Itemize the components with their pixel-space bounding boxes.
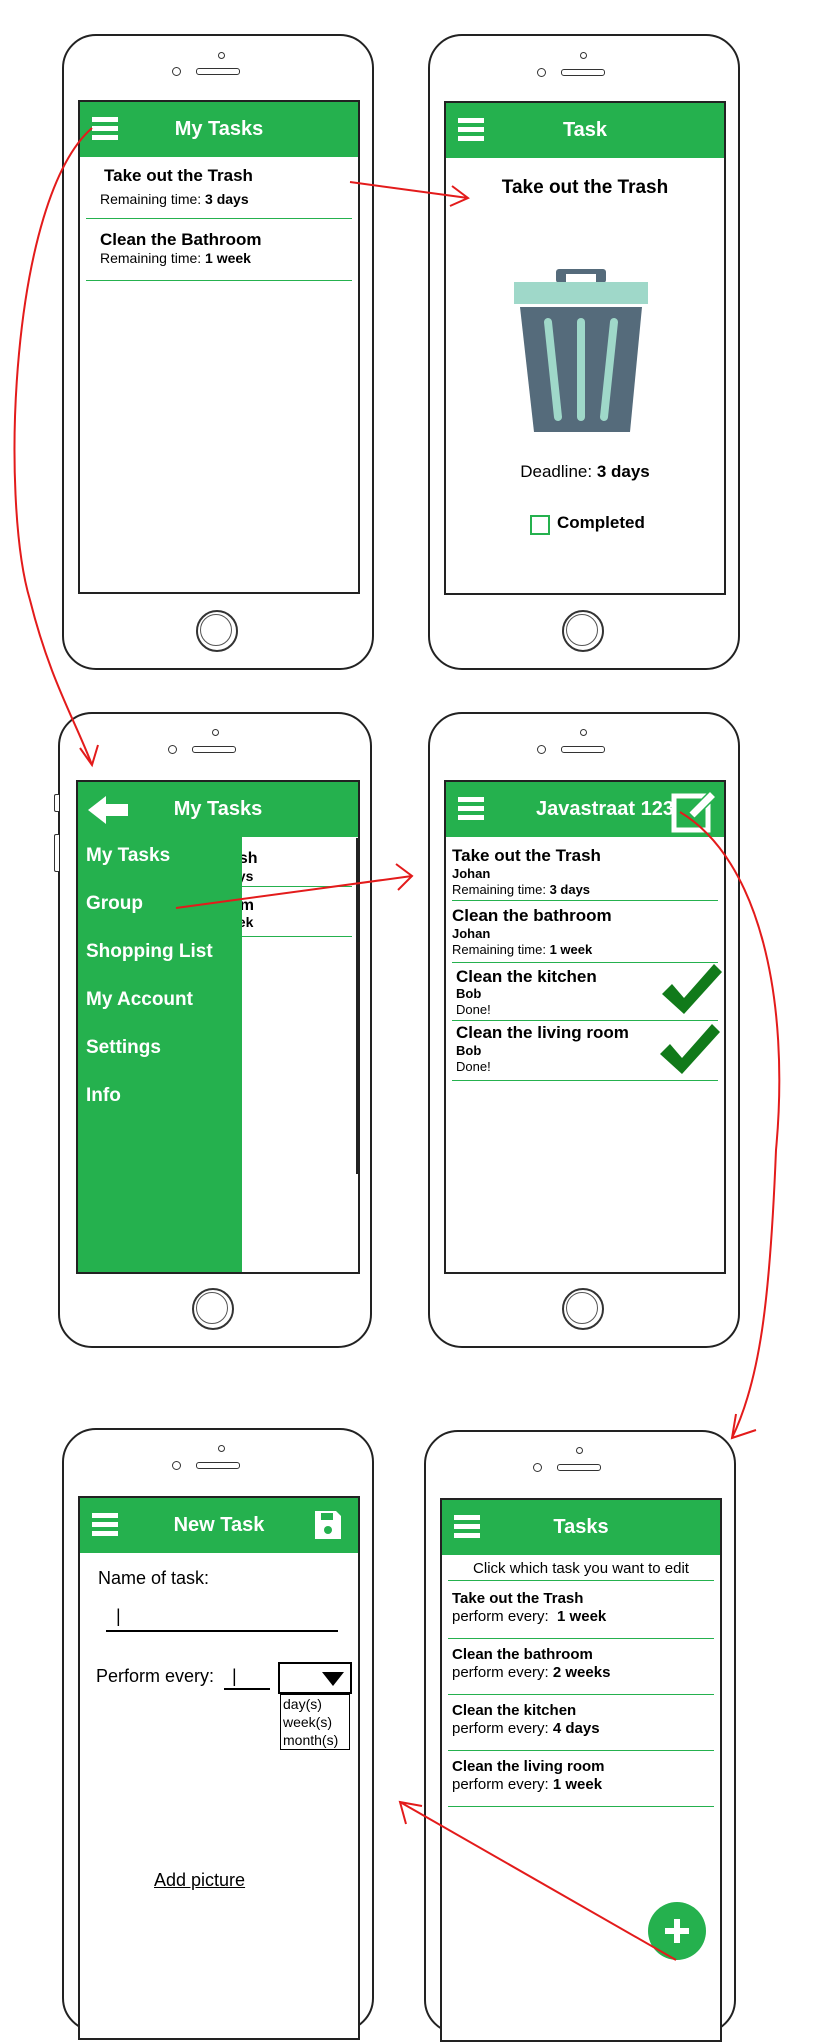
arrow-menu-to-sidemenu <box>13 127 93 766</box>
arrow-add-to-new-task <box>399 1801 677 1961</box>
arrow-task-to-detail <box>349 181 469 199</box>
arrow-group-to-group-screen <box>175 875 413 909</box>
flow-arrows <box>13 127 781 1961</box>
arrow-edit-to-tasks <box>679 811 781 1439</box>
